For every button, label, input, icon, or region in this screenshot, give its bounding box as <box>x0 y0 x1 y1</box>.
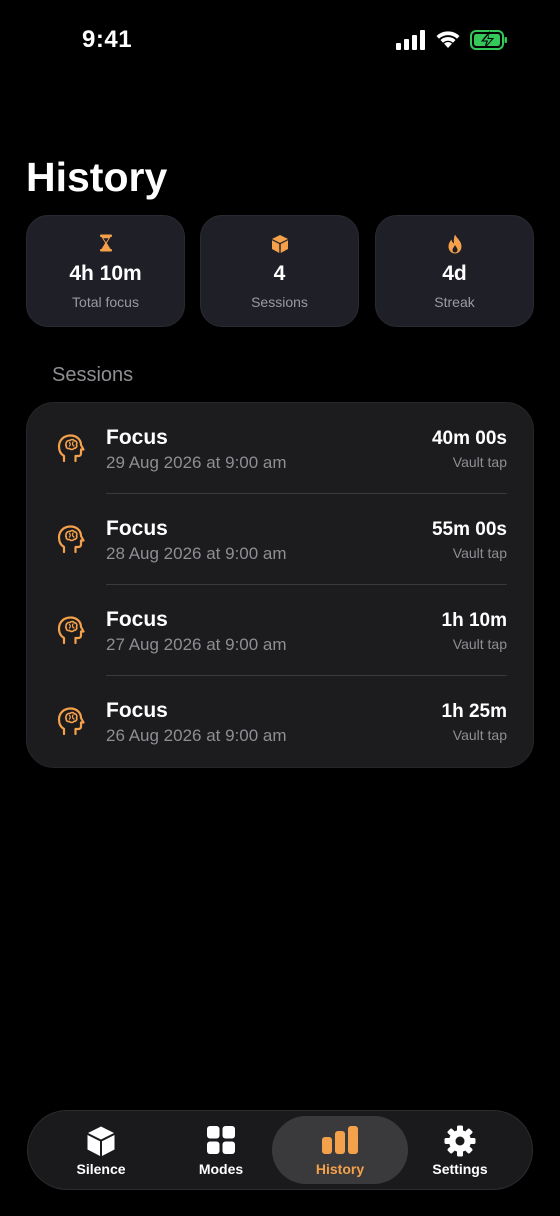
session-duration: 55m 00s <box>431 519 507 540</box>
tab-history[interactable]: History <box>272 1116 408 1184</box>
session-method: Vault tap <box>452 636 507 652</box>
tab-silence[interactable]: Silence <box>44 1111 158 1189</box>
hourglass-icon <box>27 234 184 254</box>
flame-icon <box>376 234 533 254</box>
stat-value: 4h 10m <box>69 262 142 285</box>
stat-value: 4 <box>273 262 286 285</box>
stat-label: Total focus <box>72 294 139 310</box>
tab-bar: Silence Modes History Settings <box>27 1110 533 1190</box>
list-item[interactable]: Focus 28 Aug 2026 at 9:00 am 55m 00s Vau… <box>27 494 533 585</box>
brain-head-icon <box>57 433 85 463</box>
brain-head-icon <box>57 706 85 736</box>
status-bar: 9:41 <box>0 0 560 84</box>
tab-label: Settings <box>432 1161 488 1177</box>
session-date: 26 Aug 2026 at 9:00 am <box>106 726 287 745</box>
grid-icon <box>164 1125 278 1157</box>
session-title: Focus <box>106 517 168 540</box>
cellular-signal-icon <box>396 30 426 50</box>
session-duration: 1h 10m <box>441 610 507 631</box>
tab-label: History <box>315 1161 365 1177</box>
cube-icon <box>201 234 358 254</box>
status-time: 9:41 <box>82 26 133 53</box>
stat-card-total-focus: 4h 10m Total focus <box>26 215 185 327</box>
stat-label: Sessions <box>251 294 308 310</box>
brain-head-icon <box>57 524 85 554</box>
battery-charging-icon <box>470 30 508 50</box>
brain-head-icon <box>57 615 85 645</box>
tab-modes[interactable]: Modes <box>164 1111 278 1189</box>
session-date: 29 Aug 2026 at 9:00 am <box>106 453 287 472</box>
status-icons <box>396 30 508 50</box>
list-item[interactable]: Focus 27 Aug 2026 at 9:00 am 1h 10m Vaul… <box>27 585 533 676</box>
stat-value: 4d <box>442 262 467 285</box>
session-duration: 1h 25m <box>441 701 507 722</box>
stat-card-streak: 4d Streak <box>375 215 534 327</box>
tab-label: Modes <box>198 1161 244 1177</box>
bar-chart-icon <box>272 1125 408 1157</box>
wifi-icon <box>434 30 462 50</box>
session-title: Focus <box>106 426 168 449</box>
list-item[interactable]: Focus 29 Aug 2026 at 9:00 am 40m 00s Vau… <box>27 403 533 494</box>
stats-row: 4h 10m Total focus 4 Sessions 4d Streak <box>26 215 534 329</box>
session-title: Focus <box>106 699 168 722</box>
session-list: Focus 29 Aug 2026 at 9:00 am 40m 00s Vau… <box>26 402 534 768</box>
session-method: Vault tap <box>452 727 507 743</box>
session-date: 27 Aug 2026 at 9:00 am <box>106 635 287 654</box>
page-title: History <box>26 154 168 200</box>
tab-label: Silence <box>76 1161 126 1177</box>
stat-label: Streak <box>434 294 475 310</box>
session-method: Vault tap <box>452 454 507 470</box>
gear-icon <box>402 1125 518 1157</box>
session-duration: 40m 00s <box>431 428 507 449</box>
session-date: 28 Aug 2026 at 9:00 am <box>106 544 287 563</box>
list-item[interactable]: Focus 26 Aug 2026 at 9:00 am 1h 25m Vaul… <box>27 676 533 767</box>
section-header-sessions: Sessions <box>52 364 134 386</box>
session-method: Vault tap <box>452 545 507 561</box>
tab-settings[interactable]: Settings <box>402 1111 518 1189</box>
stat-card-sessions: 4 Sessions <box>200 215 359 327</box>
session-title: Focus <box>106 608 168 631</box>
cube-icon <box>44 1125 158 1157</box>
